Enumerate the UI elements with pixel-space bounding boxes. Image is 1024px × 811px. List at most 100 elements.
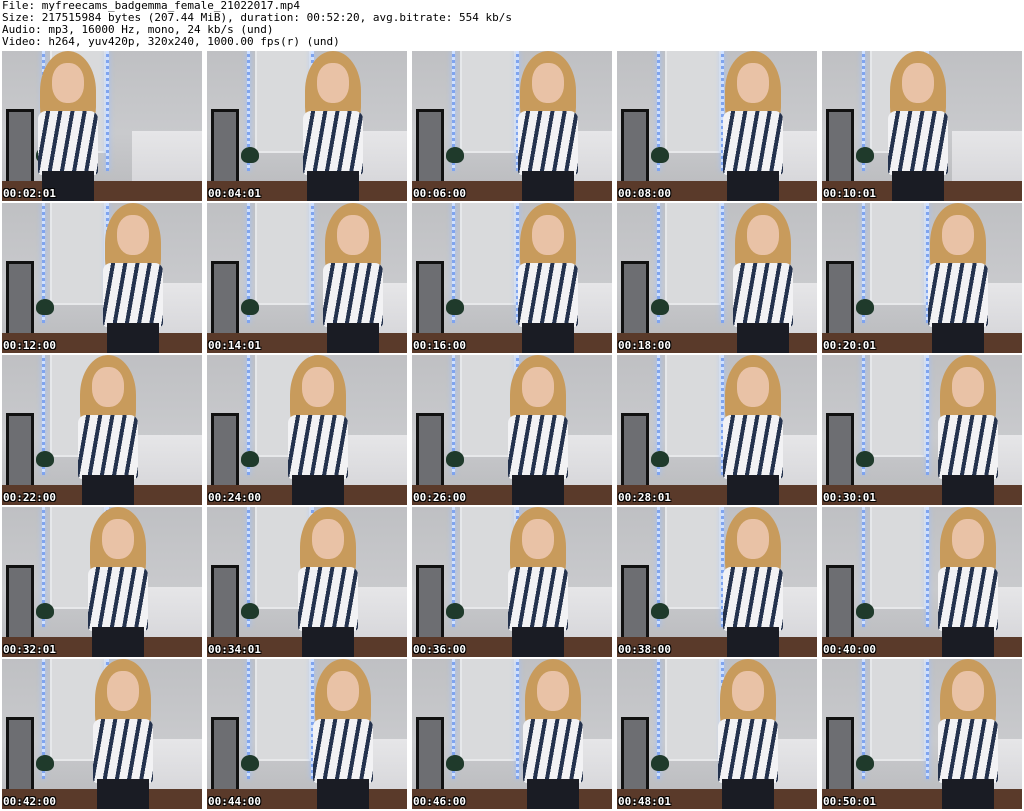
person-top — [723, 415, 783, 479]
person-face — [337, 215, 369, 255]
thumbnail-timestamp: 00:12:00 — [3, 339, 56, 352]
thumbnail-timestamp: 00:28:01 — [618, 491, 671, 504]
thumbnail-timestamp: 00:50:01 — [823, 795, 876, 808]
scene-door — [665, 507, 721, 609]
person-shorts — [932, 323, 984, 353]
video-thumbnail: 00:32:01 — [2, 507, 202, 657]
scene-plant — [856, 755, 874, 771]
person-figure — [717, 507, 789, 657]
video-thumbnail: 00:20:01 — [822, 203, 1022, 353]
person-top — [888, 111, 948, 175]
person-face — [522, 367, 554, 407]
video-thumbnail: 00:40:00 — [822, 507, 1022, 657]
scene-door — [870, 355, 926, 457]
person-top — [323, 263, 383, 327]
person-figure — [87, 659, 159, 809]
video-thumbnail: 00:50:01 — [822, 659, 1022, 809]
thumbnail-timestamp: 00:20:01 — [823, 339, 876, 352]
video-thumbnail: 00:30:01 — [822, 355, 1022, 505]
person-face — [737, 63, 769, 103]
thumbnail-timestamp: 00:24:00 — [208, 491, 261, 504]
person-figure — [282, 355, 354, 505]
scene-plant — [36, 603, 54, 619]
person-shorts — [82, 475, 134, 505]
person-shorts — [737, 323, 789, 353]
person-figure — [717, 51, 789, 201]
scene-plant — [36, 299, 54, 315]
person-figure — [512, 203, 584, 353]
thumbnail-timestamp: 00:16:00 — [413, 339, 466, 352]
person-shorts — [92, 627, 144, 657]
thumbnail-timestamp: 00:08:00 — [618, 187, 671, 200]
person-figure — [82, 507, 154, 657]
scene-plant — [651, 603, 669, 619]
scene-door — [870, 203, 926, 305]
string-lights — [106, 51, 109, 171]
scene-plant — [241, 299, 259, 315]
string-lights — [926, 355, 929, 475]
scene-door — [255, 203, 311, 305]
person-figure — [882, 51, 954, 201]
scene-plant — [651, 755, 669, 771]
video-thumbnail: 00:06:00 — [412, 51, 612, 201]
person-face — [522, 519, 554, 559]
string-lights — [926, 659, 929, 779]
person-shorts — [97, 779, 149, 809]
video-thumbnail: 00:14:01 — [207, 203, 407, 353]
person-figure — [307, 659, 379, 809]
person-face — [732, 671, 764, 711]
person-face — [952, 519, 984, 559]
person-figure — [727, 203, 799, 353]
person-figure — [297, 51, 369, 201]
thumbnail-timestamp: 00:40:00 — [823, 643, 876, 656]
video-thumbnail: 00:34:01 — [207, 507, 407, 657]
person-figure — [317, 203, 389, 353]
video-thumbnail: 00:42:00 — [2, 659, 202, 809]
person-figure — [932, 355, 1004, 505]
person-figure — [97, 203, 169, 353]
scene-door — [870, 659, 926, 761]
scene-plant — [856, 147, 874, 163]
person-shorts — [302, 627, 354, 657]
video-thumbnail: 00:02:01 — [2, 51, 202, 201]
person-top — [938, 567, 998, 631]
person-face — [102, 519, 134, 559]
video-info-line: Video: h264, yuv420p, 320x240, 1000.00 f… — [2, 35, 340, 48]
thumbnail-timestamp: 00:02:01 — [3, 187, 56, 200]
person-figure — [502, 355, 574, 505]
person-face — [312, 519, 344, 559]
person-face — [747, 215, 779, 255]
thumbnail-timestamp: 00:38:00 — [618, 643, 671, 656]
person-shorts — [327, 323, 379, 353]
person-top — [938, 415, 998, 479]
person-figure — [717, 355, 789, 505]
video-thumbnail: 00:12:00 — [2, 203, 202, 353]
scene-door — [460, 51, 516, 153]
person-face — [737, 519, 769, 559]
scene-plant — [241, 603, 259, 619]
person-face — [107, 671, 139, 711]
scene-plant — [651, 299, 669, 315]
thumbnail-timestamp: 00:36:00 — [413, 643, 466, 656]
person-top — [303, 111, 363, 175]
person-top — [38, 111, 98, 175]
person-top — [733, 263, 793, 327]
scene-door — [665, 51, 721, 153]
person-shorts — [292, 475, 344, 505]
video-thumbnail: 00:16:00 — [412, 203, 612, 353]
person-face — [532, 215, 564, 255]
person-shorts — [727, 475, 779, 505]
person-face — [302, 367, 334, 407]
video-thumbnail: 00:24:00 — [207, 355, 407, 505]
person-shorts — [722, 779, 774, 809]
video-thumbnail: 00:38:00 — [617, 507, 817, 657]
person-top — [103, 263, 163, 327]
person-top — [288, 415, 348, 479]
person-face — [117, 215, 149, 255]
scene-plant — [36, 451, 54, 467]
person-figure — [502, 507, 574, 657]
scene-plant — [856, 603, 874, 619]
thumbnail-grid: 00:02:01 00:04:01 00:06:00 00:08:00 00:10:01… — [2, 51, 1022, 811]
person-figure — [512, 51, 584, 201]
thumbnail-timestamp: 00:22:00 — [3, 491, 56, 504]
